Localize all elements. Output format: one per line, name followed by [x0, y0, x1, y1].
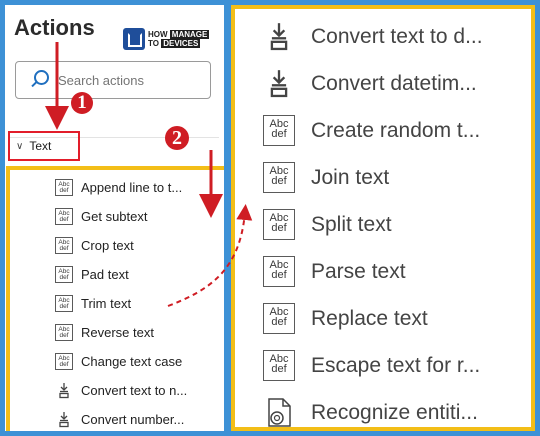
action-item[interactable]: Convert number... [55, 405, 187, 431]
marker-one: 1 [71, 92, 93, 114]
action-label: Create random t... [311, 118, 481, 142]
action-label: Split text [311, 212, 392, 236]
action-label: Escape text for r... [311, 353, 481, 377]
action-label: Parse text [311, 259, 406, 283]
action-item[interactable]: Abc def Crop text [55, 231, 187, 260]
action-item[interactable]: Abc def Trim text [55, 289, 187, 318]
brand-logo: HOW MANAGE TO DEVICES [123, 25, 215, 53]
pane-title: Actions [14, 15, 95, 40]
recognize-icon [263, 397, 295, 428]
action-label: Convert datetim... [311, 71, 477, 95]
action-item[interactable]: Abc def Parse text [263, 248, 483, 295]
action-label: Pad text [81, 267, 129, 282]
text-action-icon: Abc def [55, 353, 73, 370]
action-item[interactable]: Convert datetim... [263, 60, 483, 107]
action-item[interactable]: Abc def Create random t... [263, 107, 483, 154]
text-action-icon: Abc def [55, 295, 73, 312]
text-action-icon: Abc def [55, 237, 73, 254]
group-label: Text [29, 139, 52, 153]
text-action-icon: Abc def [55, 266, 73, 283]
text-action-icon: Abc def [263, 162, 295, 193]
text-action-icon: Abc def [55, 208, 73, 225]
action-item[interactable]: Abc def Pad text [55, 260, 187, 289]
action-label: Append line to t... [81, 180, 183, 195]
convert-icon [263, 21, 295, 52]
action-item[interactable]: Abc def Escape text for r... [263, 342, 483, 389]
action-item[interactable]: Abc def Append line to t... [55, 173, 187, 202]
actions-pane: Actions HOW MANAGE TO DEVICES ∨ Text Abc… [5, 5, 224, 431]
text-action-icon: Abc def [263, 115, 295, 146]
action-item[interactable]: Abc def Replace text [263, 295, 483, 342]
action-item[interactable]: Abc def Reverse text [55, 318, 187, 347]
action-label: Convert number... [81, 412, 185, 427]
text-action-icon: Abc def [263, 256, 295, 287]
text-action-icon: Abc def [263, 350, 295, 381]
text-action-icon: Abc def [263, 303, 295, 334]
action-item[interactable]: Recognize entiti... [263, 389, 483, 431]
action-item[interactable]: Abc def Change text case [55, 347, 187, 376]
action-label: Replace text [311, 306, 428, 330]
chevron-down-icon: ∨ [16, 140, 24, 152]
action-label: Recognize entiti... [311, 400, 478, 424]
text-action-icon: Abc def [55, 179, 73, 196]
action-label: Convert text to d... [311, 24, 483, 48]
left-action-list: Abc def Append line to t... Abc def Get subte… [55, 173, 187, 431]
search-input[interactable] [56, 71, 200, 89]
search-box[interactable] [15, 61, 211, 99]
action-item[interactable]: Abc def Split text [263, 201, 483, 248]
text-group-header[interactable]: ∨ Text [8, 131, 80, 161]
action-item[interactable]: Abc def Get subtext [55, 202, 187, 231]
action-label: Join text [311, 165, 390, 189]
action-item[interactable]: Convert text to d... [263, 13, 483, 60]
right-action-list: Convert text to d... Convert datetim... Ab… [263, 13, 483, 431]
search-icon [28, 66, 56, 94]
convert-icon [55, 382, 73, 399]
action-label: Trim text [81, 296, 132, 311]
convert-icon [55, 411, 73, 428]
marker-two: 2 [165, 126, 189, 150]
zoomed-action-list: Convert text to d... Convert datetim... Ab… [231, 5, 535, 431]
action-label: Convert text to n... [81, 383, 188, 398]
action-item[interactable]: Convert text to n... [55, 376, 187, 405]
action-label: Reverse text [81, 325, 154, 340]
convert-icon [263, 68, 295, 99]
text-action-icon: Abc def [263, 209, 295, 240]
action-label: Change text case [81, 354, 183, 369]
house-icon [123, 28, 145, 50]
action-label: Get subtext [81, 209, 148, 224]
text-action-icon: Abc def [55, 324, 73, 341]
action-label: Crop text [81, 238, 134, 253]
action-item[interactable]: Abc def Join text [263, 154, 483, 201]
